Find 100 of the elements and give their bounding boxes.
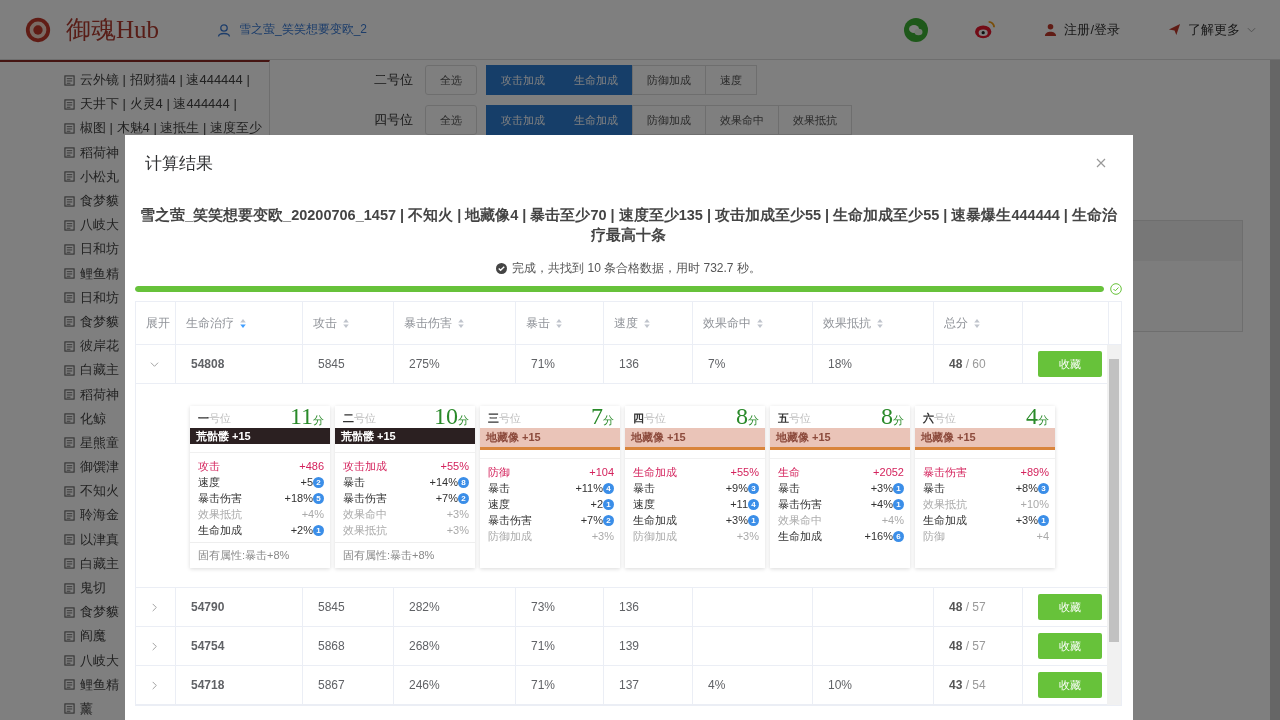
stat-name: 暴击伤害 [198, 490, 242, 506]
card-score: 10分 [434, 404, 469, 428]
stat-value: +3% [736, 530, 759, 542]
stat-value: +3% [591, 530, 614, 542]
stat-name: 效果命中 [343, 506, 387, 522]
table-cell: 5845 [318, 357, 345, 371]
stat-value: +4% [881, 514, 904, 526]
stat-name: 暴击伤害 [778, 496, 822, 512]
table-cell: 275% [409, 357, 440, 371]
set-name: 荒骷髅 +15 [196, 428, 251, 444]
upgrade-badge: 4 [603, 482, 614, 494]
stat-name: 攻击 [198, 458, 220, 474]
stat-name: 暴击 [923, 480, 945, 496]
stat-value: +4% [870, 498, 893, 510]
table-cell: 18% [828, 357, 853, 371]
stat-value: +2% [290, 524, 313, 536]
stat-value: +3% [446, 508, 469, 520]
stat-value: +3% [725, 514, 748, 526]
table-cell: 5845 [318, 600, 345, 614]
table-cell: 71% [531, 639, 556, 653]
upgrade-badge: 3 [1038, 482, 1049, 494]
stat-name: 生命 [778, 464, 800, 480]
stat-name: 防御 [488, 464, 510, 480]
upgrade-badge: 5 [313, 492, 324, 504]
stat-name: 速度 [633, 496, 655, 512]
set-name: 地藏像 +15 [921, 430, 976, 445]
inherent-stat: 固有属性:暴击+8% [343, 549, 435, 561]
upgrade-badge: 2 [458, 492, 469, 504]
upgrade-badge: 1 [313, 524, 324, 536]
stat-value: +16% [864, 530, 893, 542]
stat-value: +89% [1020, 466, 1049, 478]
upgrade-badge: 2 [603, 514, 614, 526]
stat-value: +55% [440, 460, 469, 472]
stat-name: 暴击 [778, 480, 800, 496]
upgrade-badge: 8 [458, 476, 469, 488]
stat-value: +2 [590, 498, 603, 510]
set-name: 地藏像 +15 [776, 430, 831, 445]
upgrade-badge: 1 [893, 498, 904, 510]
position-label: 三号位 [488, 411, 521, 426]
stat-name: 生命加成 [198, 522, 242, 538]
table-cell: 54718 [191, 678, 225, 692]
stat-name: 暴击 [343, 474, 365, 490]
table-cell: 10% [828, 678, 853, 692]
column-header: 展开 [146, 314, 170, 332]
stat-name: 暴击 [488, 480, 510, 496]
table-cell: 136 [619, 600, 640, 614]
table-cell: 4% [708, 678, 726, 692]
table-cell: 71% [531, 678, 556, 692]
upgrade-badge: 3 [748, 482, 759, 494]
position-label: 二号位 [343, 411, 376, 426]
upgrade-badge: 1 [893, 482, 904, 494]
score-cell: 43 / 54 [949, 678, 986, 692]
stat-value: +9% [725, 482, 748, 494]
score-cell: 48 / 57 [949, 639, 986, 653]
stat-value: +14% [429, 476, 458, 488]
table-cell: 73% [531, 600, 556, 614]
stat-value: +4 [1036, 530, 1049, 542]
stat-name: 生命加成 [778, 528, 822, 544]
position-label: 五号位 [778, 411, 811, 426]
card-score: 8分 [881, 404, 904, 428]
table-cell: 5868 [318, 639, 345, 653]
score-cell: 48 / 60 [949, 357, 986, 371]
upgrade-badge: 4 [748, 498, 759, 510]
stat-name: 效果抵抗 [198, 506, 242, 522]
filter-label: 二号位 [374, 71, 413, 89]
upgrade-badge: 1 [748, 514, 759, 526]
filter-label: 四号位 [374, 111, 413, 129]
stat-value: +18% [284, 492, 313, 504]
table-cell: 54808 [191, 357, 225, 371]
table-cell: 54790 [191, 600, 225, 614]
stat-value: +3% [446, 524, 469, 536]
stat-name: 暴击伤害 [343, 490, 387, 506]
card-score: 11分 [289, 404, 324, 428]
table-cell: 54754 [191, 639, 225, 653]
upgrade-badge: 1 [1038, 514, 1049, 526]
upgrade-badge: 1 [603, 498, 614, 510]
modal-title: 计算结果 [145, 152, 213, 175]
table-cell: 268% [409, 639, 440, 653]
score-cell: 48 / 57 [949, 600, 986, 614]
status-text: 完成，共找到 10 条合格数据，用时 732.7 秒。 [512, 260, 761, 277]
stat-name: 生命加成 [923, 512, 967, 528]
card-score: 7分 [591, 404, 614, 428]
card-score: 8分 [736, 404, 759, 428]
stat-value: +8% [1015, 482, 1038, 494]
stat-value: +55% [730, 466, 759, 478]
table-cell: 7% [708, 357, 726, 371]
stat-name: 暴击伤害 [923, 464, 967, 480]
table-cell: 137 [619, 678, 640, 692]
stat-name: 防御 [923, 528, 945, 544]
set-name: 地藏像 +15 [486, 430, 541, 445]
stat-value: +486 [299, 460, 324, 472]
stat-name: 生命加成 [633, 464, 677, 480]
stat-name: 效果抵抗 [343, 522, 387, 538]
table-cell: 5867 [318, 678, 345, 692]
stat-value: +7% [580, 514, 603, 526]
stat-name: 防御加成 [488, 528, 532, 544]
stat-name: 速度 [488, 496, 510, 512]
table-cell: 71% [531, 357, 556, 371]
stat-name: 效果抵抗 [923, 496, 967, 512]
table-cell: 136 [619, 357, 640, 371]
